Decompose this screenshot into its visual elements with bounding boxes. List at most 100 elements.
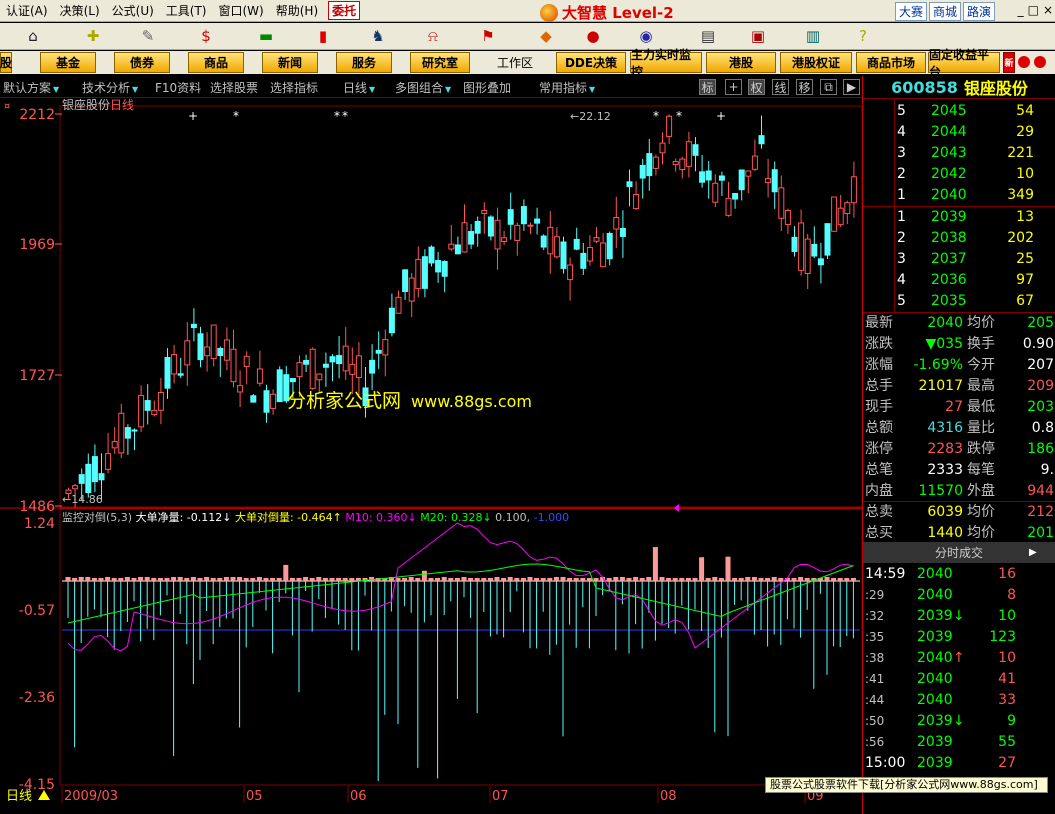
tab-7[interactable]: 工作区 xyxy=(484,52,546,73)
tab-0[interactable]: 股 xyxy=(0,52,12,73)
indicator-tick xyxy=(758,578,764,581)
stat-val-1: 1440 xyxy=(927,525,963,541)
plus-icon[interactable]: ✚ xyxy=(75,25,111,47)
chart-toggle-2[interactable]: 权 xyxy=(748,79,765,95)
ruler-icon[interactable]: ✎ xyxy=(130,25,166,47)
tab-9[interactable]: 主力实时监控 xyxy=(630,48,702,79)
flag-icon[interactable]: ⚑ xyxy=(470,25,506,47)
menu-item-formula[interactable]: 公式(U) xyxy=(106,2,160,19)
candle-body xyxy=(296,362,303,378)
candle-body xyxy=(652,156,659,169)
func-item-4[interactable]: 选择指标 xyxy=(270,79,318,96)
sell-volume: 10 xyxy=(1016,166,1034,182)
func-item-8[interactable]: 常用指标 xyxy=(539,79,595,96)
minimize-button[interactable]: _ xyxy=(1018,3,1024,17)
chart-toggle-4[interactable]: 移 xyxy=(796,79,813,95)
trade-arrow: ↑ xyxy=(953,650,965,666)
stat-val-1: 6039 xyxy=(927,504,963,520)
candle-body xyxy=(91,456,98,483)
ad-banner[interactable]: 股票公式股票软件下载[分析家公式网www.88gs.com] xyxy=(765,777,1048,793)
trade-button[interactable]: 委托 xyxy=(328,1,361,20)
tab-11[interactable]: 港股权证 xyxy=(780,52,852,73)
bell-icon[interactable]: ⍾ xyxy=(415,25,451,47)
stat-key-2: 最高 xyxy=(967,378,995,394)
stat-val-1: 2333 xyxy=(927,462,963,478)
tab-3[interactable]: 商品 xyxy=(188,52,244,73)
candle-body xyxy=(428,246,435,264)
tab-8[interactable]: DDE决策 xyxy=(556,52,626,73)
sell-level-5: 5 2045 54 xyxy=(863,101,1055,122)
candle-icon[interactable]: ▬ xyxy=(248,25,284,47)
menu-item-decision[interactable]: 决策(L) xyxy=(54,2,106,19)
kline-chart[interactable]: 22121969172714861.24-0.57-2.36-4.15银座股份日… xyxy=(0,98,862,814)
chart-toggle-6[interactable]: ▶ xyxy=(843,79,860,95)
binoculars-icon[interactable]: ♞ xyxy=(360,25,396,47)
func-item-1[interactable]: 技术分析 xyxy=(82,79,138,96)
indicator-tick xyxy=(270,578,276,581)
stat-val-1: -1.69% xyxy=(913,357,963,373)
chart-toggle-0[interactable]: 标 xyxy=(699,79,716,95)
tab-2[interactable]: 债券 xyxy=(114,52,170,73)
close-button[interactable]: × xyxy=(1043,3,1053,17)
layout-icon[interactable]: ▤ xyxy=(690,25,726,47)
candle-body xyxy=(573,238,580,250)
diamond-icon[interactable]: ◆ xyxy=(528,25,564,47)
stat-key-1: 总手 xyxy=(865,378,893,394)
trade-price: 2040 xyxy=(917,692,953,708)
buy-volume: 67 xyxy=(1016,293,1034,309)
menu-item-help[interactable]: 帮助(H) xyxy=(270,2,324,19)
stock-name: 银座股份 xyxy=(963,79,1028,98)
func-item-5[interactable]: 日线 xyxy=(343,79,375,96)
stat-val-2: 207 xyxy=(1027,357,1054,373)
buy-price: 2039 xyxy=(931,209,967,225)
link-contest[interactable]: 大赛 xyxy=(894,2,927,21)
tab-new-badge[interactable]: 新 xyxy=(1003,52,1015,73)
stat-row-9: 总卖 6039 均价 212 xyxy=(863,502,1055,523)
dollar-icon[interactable]: $ xyxy=(188,25,224,47)
trades-next-icon[interactable]: ▶ xyxy=(1029,547,1037,558)
globe-icon[interactable]: ● xyxy=(575,25,611,47)
indicator-up-block xyxy=(824,577,830,581)
chart-toggle-3[interactable]: 线 xyxy=(772,79,789,95)
window-icon[interactable]: ▣ xyxy=(740,25,776,47)
indicator-up-block xyxy=(712,577,718,581)
trades-header[interactable]: 分时成交 ▶ xyxy=(863,542,1055,563)
menu-item-window[interactable]: 窗口(W) xyxy=(213,2,270,19)
tab-10[interactable]: 港股 xyxy=(706,52,776,73)
menu-item-tools[interactable]: 工具(T) xyxy=(160,2,213,19)
trade-time: :38 xyxy=(865,651,885,665)
home-icon[interactable]: ⌂ xyxy=(15,25,51,47)
tab-5[interactable]: 服务 xyxy=(336,52,392,73)
stat-val-2: 0.90 xyxy=(1022,336,1054,352)
book-icon[interactable]: ▥ xyxy=(795,25,831,47)
candle-body xyxy=(738,169,745,191)
func-item-6[interactable]: 多图组合 xyxy=(395,79,451,96)
func-item-0[interactable]: 默认方案 xyxy=(3,79,59,96)
stat-val-2: 205 xyxy=(1027,315,1054,331)
chart-toggle-5[interactable]: ⧉ xyxy=(820,79,837,95)
sell-level-num: 1 xyxy=(897,187,906,203)
maximize-button[interactable]: □ xyxy=(1028,3,1039,17)
func-item-2[interactable]: F10资料 xyxy=(155,79,201,96)
tab-4[interactable]: 新闻 xyxy=(262,52,318,73)
candle-body xyxy=(600,242,607,268)
func-item-7[interactable]: 图形叠加 xyxy=(463,79,511,96)
candle-body xyxy=(342,345,349,372)
link-roadshow[interactable]: 路演 xyxy=(962,2,995,21)
func-item-3[interactable]: 选择股票 xyxy=(210,79,258,96)
tab-13[interactable]: 固定收益平台 xyxy=(928,48,1000,79)
buy-level-3: 3 2037 25 xyxy=(863,249,1055,270)
menu-item-auth[interactable]: 认证(A) xyxy=(0,2,54,19)
fund-icon[interactable]: ◉ xyxy=(628,25,664,47)
chart-toggle-1[interactable]: + xyxy=(725,79,742,95)
trade-volume: 9 xyxy=(1007,713,1016,729)
date-label-2: 06 xyxy=(350,789,367,804)
indicator-tick xyxy=(580,578,586,581)
candle-body xyxy=(844,202,851,214)
link-mall[interactable]: 商城 xyxy=(928,2,961,21)
bars-icon[interactable]: ▮ xyxy=(305,25,341,47)
tab-12[interactable]: 商品市场 xyxy=(856,52,926,73)
tab-6[interactable]: 研究室 xyxy=(410,52,470,73)
question-icon[interactable]: ? xyxy=(845,25,881,47)
tab-1[interactable]: 基金 xyxy=(40,52,96,73)
